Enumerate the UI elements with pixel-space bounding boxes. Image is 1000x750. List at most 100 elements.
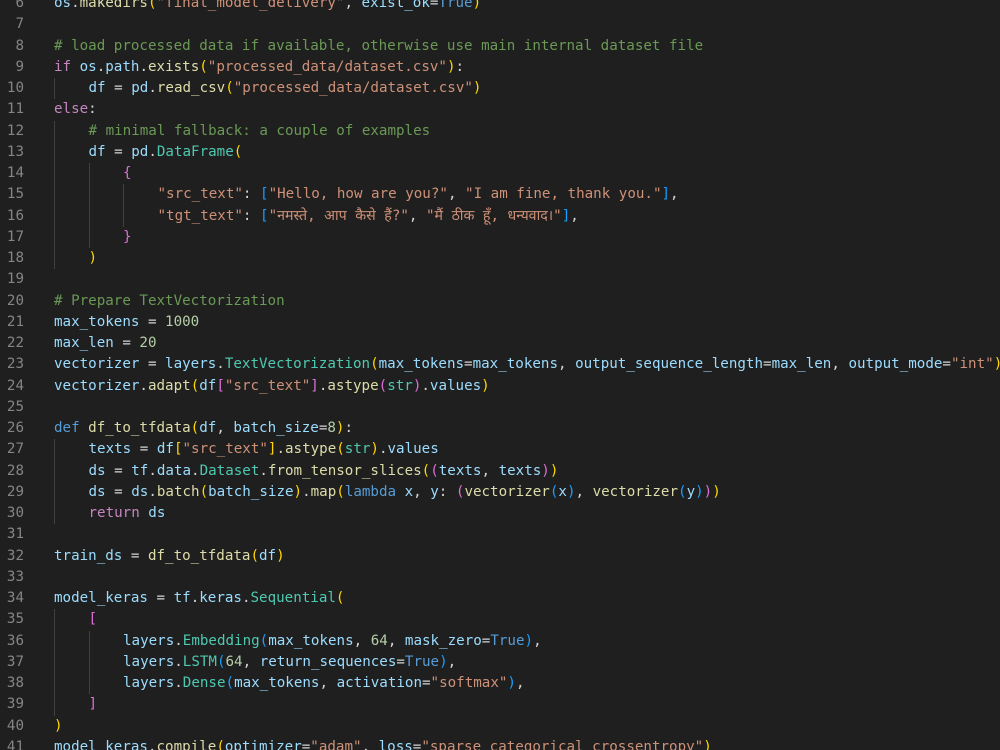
code-token: ,	[447, 186, 466, 203]
code-token: ,	[670, 186, 679, 203]
code-line[interactable]: 20 # Prepare TextVectorization	[0, 291, 1000, 312]
code-token: =	[396, 653, 405, 670]
code-token: =	[105, 80, 132, 96]
code-token: train_ds	[54, 547, 123, 564]
code-lines[interactable]: 6 os.makedirs("final_model_delivery", exi…	[0, 0, 1000, 750]
code-line[interactable]: 29 ds = ds.batch(batch_size).map(lambda x…	[0, 481, 1000, 503]
code-token: (	[225, 675, 235, 691]
code-line[interactable]: 26 def df_to_tfdata(df, batch_size=8):	[0, 418, 1000, 439]
code-token: True	[404, 653, 440, 670]
code-line[interactable]: 10 df = pd.read_csv("processed_data/datas…	[0, 78, 1000, 100]
code-token: ,	[413, 483, 431, 500]
code-token: [	[88, 611, 98, 628]
code-token: max_tokens	[268, 632, 354, 649]
code-token: )	[549, 462, 559, 479]
code-token: vectorizer	[464, 483, 550, 500]
code-text: os.makedirs("final_model_delivery", exis…	[54, 0, 481, 14]
code-token: "src_text"	[224, 377, 311, 394]
code-line[interactable]: 8 # load processed data if available, oth…	[0, 36, 1000, 57]
code-line[interactable]: 22 max_len = 20	[0, 333, 1000, 354]
code-token: tf	[173, 590, 191, 606]
code-line[interactable]: 35 [	[0, 609, 1000, 631]
code-token: 64	[225, 653, 243, 670]
code-line[interactable]: 7	[0, 14, 1000, 35]
code-text: "tgt_text": ["नमस्ते, आप कैसे हैं?", "मै…	[158, 206, 579, 227]
code-line[interactable]: 41 model_keras.compile(optimizer="adam", …	[0, 737, 1000, 750]
code-line[interactable]: 40)	[0, 716, 1000, 737]
line-number: 6	[15, 0, 24, 11]
code-line[interactable]: 6 os.makedirs("final_model_delivery", exi…	[0, 0, 1000, 14]
code-token: astype	[327, 377, 379, 394]
code-token: y	[430, 483, 439, 500]
code-line[interactable]: 25	[0, 397, 1000, 418]
code-token: texts	[498, 462, 542, 479]
code-line[interactable]: 34 model_keras = tf.keras.Sequential(	[0, 588, 1000, 609]
code-text: else:	[54, 99, 97, 120]
code-line[interactable]: 17}	[0, 226, 1000, 248]
code-line[interactable]: 32 train_ds = df_to_tfdata(df)	[0, 546, 1000, 567]
code-token: =	[113, 335, 140, 351]
code-token: =	[763, 356, 772, 373]
line-number: 26	[6, 420, 24, 436]
code-token: )	[276, 547, 285, 564]
code-token: }	[123, 228, 132, 245]
code-token: makedirs	[79, 0, 148, 11]
code-text: ]	[89, 694, 98, 715]
code-line[interactable]: 9 if os.path.exists("processed_data/datas…	[0, 57, 1000, 78]
code-token: (	[216, 738, 225, 750]
line-number: 20	[6, 292, 24, 309]
code-token: DataFrame	[156, 143, 234, 160]
code-line[interactable]: 11 else:	[0, 99, 1000, 120]
code-token: .	[421, 377, 430, 394]
line-number: 17	[6, 228, 24, 245]
code-line[interactable]: 38 layers.Dense(max_tokens, activation="s…	[0, 673, 1000, 695]
code-text: layers.Dense(max_tokens, activation="sof…	[123, 673, 525, 694]
code-line[interactable]: 33	[0, 567, 1000, 588]
code-line[interactable]: 13 df = pd.DataFrame(	[0, 141, 1000, 163]
code-line[interactable]: 12 # minimal fallback: a couple of exampl…	[0, 120, 1000, 142]
code-token: )	[293, 483, 303, 500]
code-text: # Prepare TextVectorization	[54, 291, 285, 312]
code-line[interactable]: 23 vectorizer = layers.TextVectorization(…	[0, 354, 1000, 375]
code-editor[interactable]: 6 os.makedirs("final_model_delivery", exi…	[0, 0, 1000, 750]
code-token: .	[276, 441, 285, 458]
code-line[interactable]: 27 texts = df["src_text"].astype(str).val…	[0, 439, 1000, 461]
code-line[interactable]: 36 layers.Embedding(max_tokens, 64, mask_…	[0, 630, 1000, 652]
code-token: os	[79, 58, 97, 75]
code-token: y	[686, 483, 696, 500]
code-line[interactable]: 31	[0, 524, 1000, 545]
code-token: ds	[88, 462, 106, 479]
indent-guide	[54, 630, 55, 652]
code-token: df_to_tfdata	[88, 420, 191, 436]
line-number: 19	[6, 271, 24, 288]
code-token: Dataset	[199, 462, 260, 479]
code-token: df	[88, 143, 106, 160]
code-line[interactable]: 21 max_tokens = 1000	[0, 312, 1000, 333]
code-token: df	[199, 377, 217, 394]
code-line[interactable]: 30 return ds	[0, 503, 1000, 525]
code-line[interactable]: 18)	[0, 248, 1000, 270]
code-line[interactable]: 24 vectorizer.adapt(df["src_text"].astype…	[0, 376, 1000, 397]
code-token: .	[174, 632, 183, 649]
code-token: )	[472, 0, 482, 11]
line-number: 30	[6, 505, 24, 521]
line-number: 39	[6, 696, 24, 713]
code-line[interactable]: 28 ds = tf.data.Dataset.from_tensor_slice…	[0, 460, 1000, 482]
code-line[interactable]: 37 layers.LSTM(64, return_sequences=True)…	[0, 651, 1000, 673]
code-token: ,	[533, 632, 542, 649]
code-line[interactable]: 39]	[0, 694, 1000, 716]
line-number: 40	[6, 717, 24, 734]
code-token: =	[105, 483, 132, 500]
code-line[interactable]: 15 "src_text": ["Hello, how are you?", "I…	[0, 184, 1000, 206]
code-line[interactable]: 16 "tgt_text": ["नमस्ते, आप कैसे हैं?", "…	[0, 205, 1000, 227]
code-token: True	[438, 0, 473, 11]
code-token: "int"	[950, 356, 994, 373]
code-token: (	[250, 547, 260, 564]
code-token: {	[123, 165, 132, 181]
code-token: ,	[558, 356, 576, 373]
code-token: adapt	[147, 377, 191, 394]
code-token: max_tokens	[54, 313, 140, 330]
code-token: values	[387, 441, 439, 458]
code-line[interactable]: 14 {	[0, 163, 1000, 185]
code-line[interactable]: 19	[0, 269, 1000, 290]
